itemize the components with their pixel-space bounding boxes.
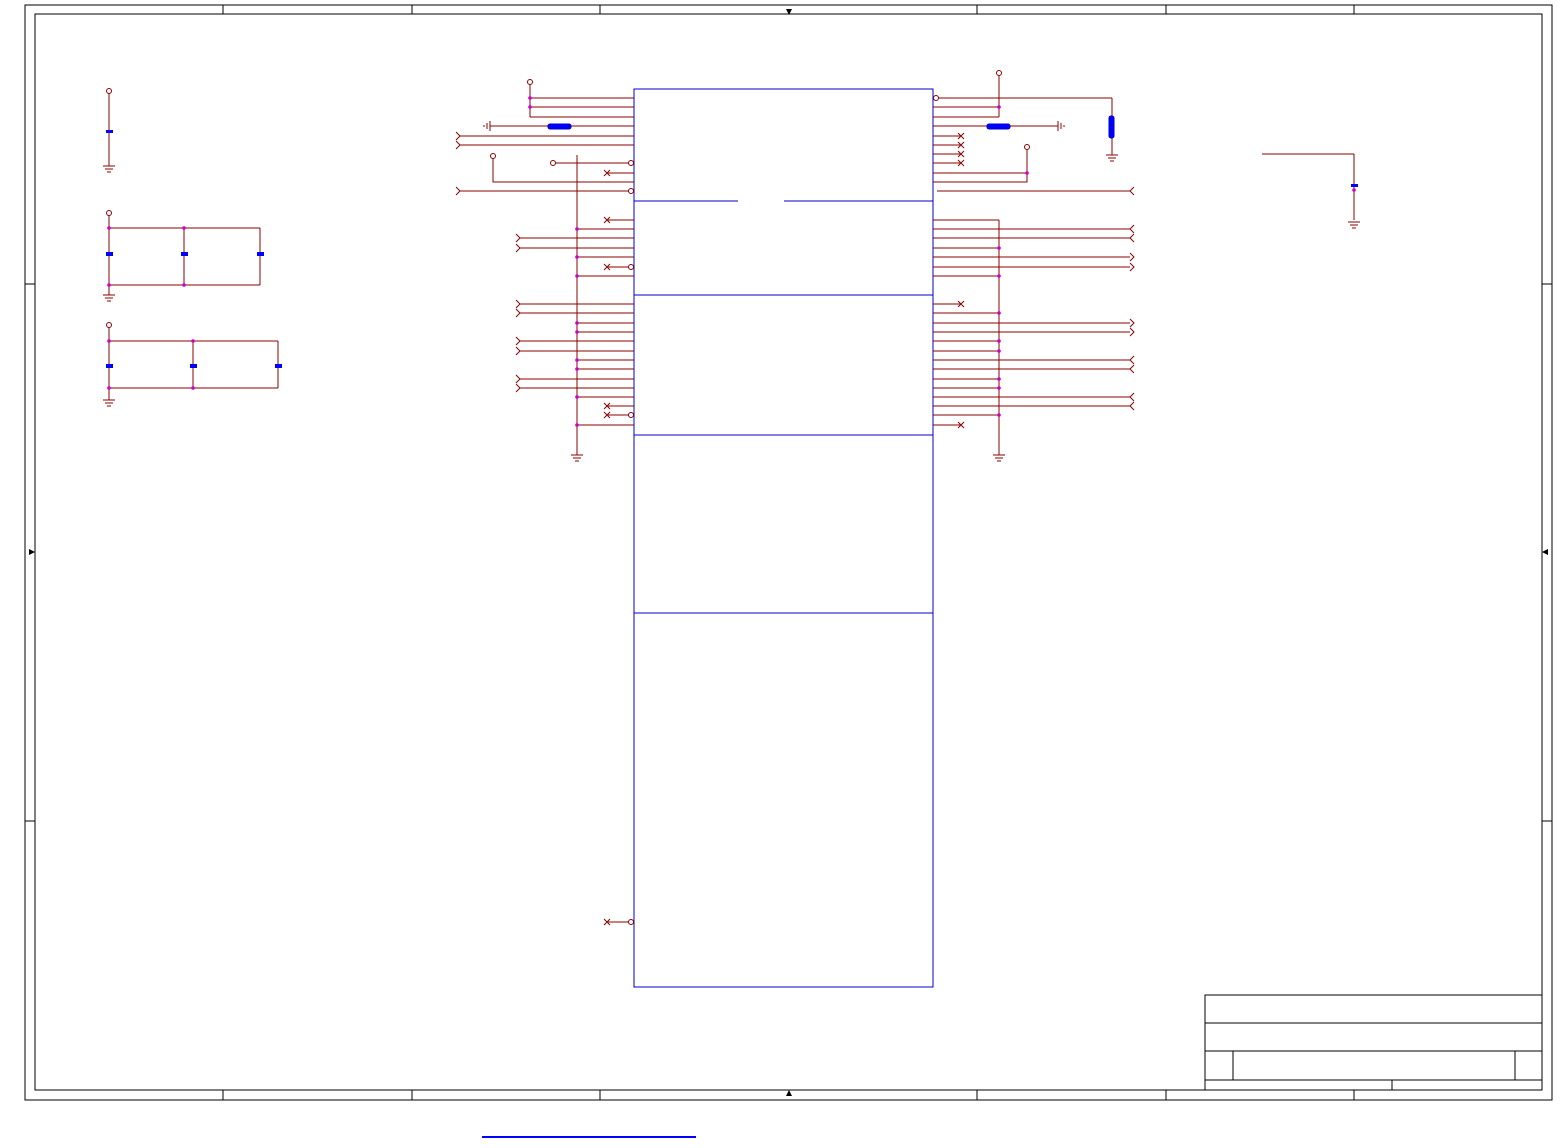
capacitors-row-3 bbox=[106, 364, 282, 368]
ground-symbols bbox=[103, 121, 1360, 462]
footer-link-underline[interactable] bbox=[482, 1136, 696, 1138]
left-pin-wires bbox=[460, 83, 634, 923]
ic-body bbox=[633, 88, 934, 988]
capacitor-right bbox=[1351, 184, 1358, 187]
no-connect-markers bbox=[603, 132, 965, 926]
drawing-frame bbox=[24, 4, 1553, 1101]
center-arrows bbox=[29, 9, 1548, 1096]
zone-ticks bbox=[25, 5, 1552, 1100]
schematic-sheet bbox=[24, 4, 1553, 1101]
title-block bbox=[1204, 994, 1543, 1091]
capacitors-row-2 bbox=[106, 252, 264, 256]
capacitor-c1 bbox=[106, 130, 113, 133]
off-sheet-connectors bbox=[455, 131, 1135, 411]
junction-dots bbox=[107, 96, 1356, 427]
crystal-parts bbox=[547, 115, 1115, 139]
right-pin-wires bbox=[933, 76, 1355, 455]
pin-bubbles bbox=[106, 70, 1030, 925]
